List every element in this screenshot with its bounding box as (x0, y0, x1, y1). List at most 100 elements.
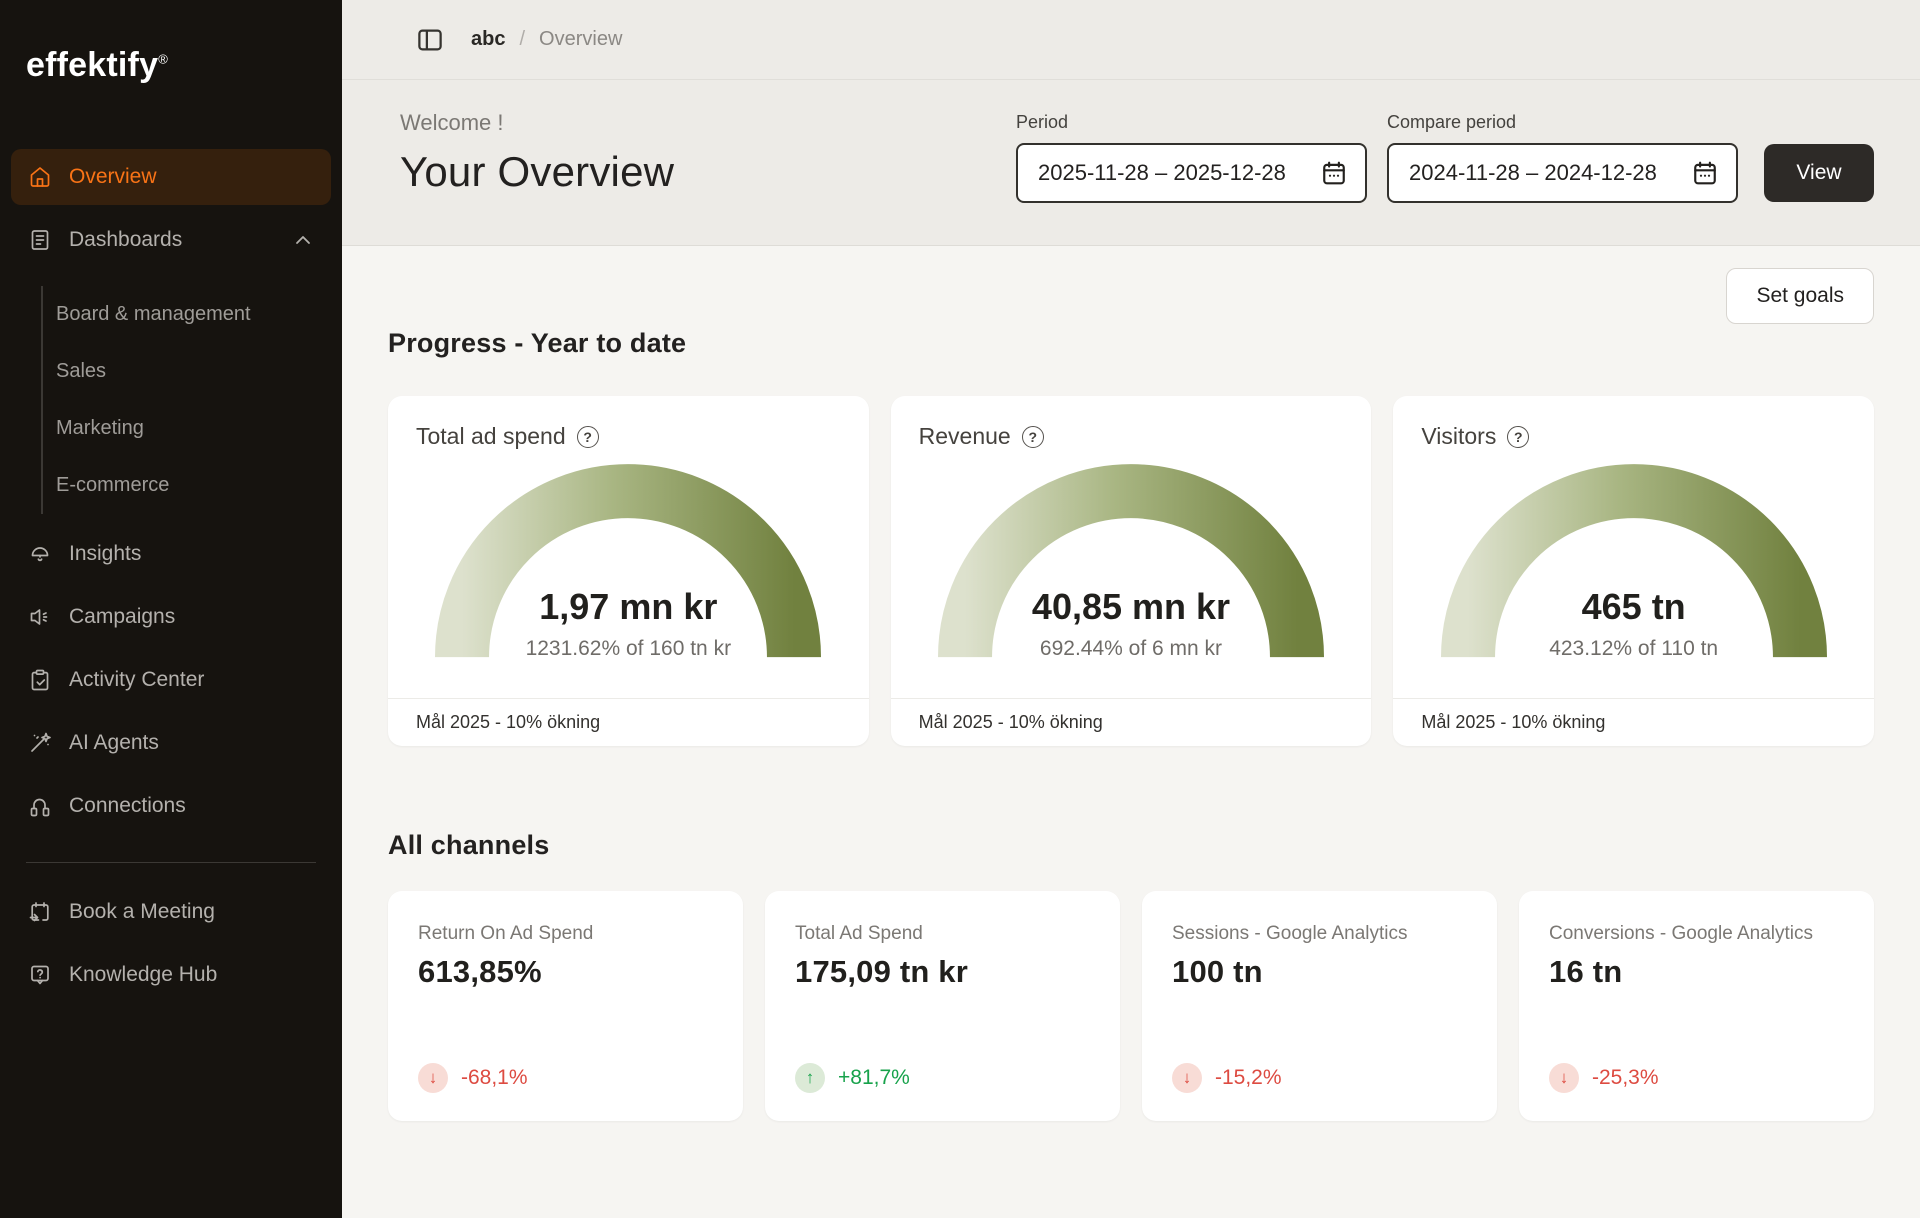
sidebar-subitem-marketing[interactable]: Marketing (56, 400, 331, 457)
breadcrumb-root[interactable]: abc (471, 28, 505, 51)
channel-card-value: 175,09 tn kr (795, 954, 1090, 990)
sidebar-item-overview[interactable]: Overview (11, 149, 331, 205)
progress-card-header: Visitors? (1393, 396, 1874, 450)
sidebar-item-campaigns[interactable]: Campaigns (11, 589, 331, 645)
progress-card-title: Total ad spend (416, 423, 566, 450)
welcome-text: Welcome ! (400, 110, 674, 136)
set-goals-button[interactable]: Set goals (1726, 268, 1874, 324)
chevron-up-icon[interactable] (291, 228, 315, 252)
sidebar: effektify® Overview Dashboards Board & man… (0, 0, 342, 1218)
sidebar-item-ai-agents[interactable]: AI Agents (11, 715, 331, 771)
gauge-value: 40,85 mn kr (938, 586, 1324, 628)
channel-card-value: 16 tn (1549, 954, 1844, 990)
arrow-down-icon: ↓ (1172, 1063, 1202, 1093)
sidebar-item-connections[interactable]: Connections (11, 778, 331, 834)
breadcrumb-separator: / (519, 28, 525, 51)
gauge: 1,97 mn kr 1231.62% of 160 tn kr (435, 464, 821, 665)
ai-agents-icon (28, 731, 52, 755)
sidebar-item-label: Overview (69, 165, 315, 189)
sidebar-item-knowledge-hub[interactable]: Knowledge Hub (11, 947, 331, 1003)
brand-name: effektify (26, 46, 158, 84)
app-root: effektify® Overview Dashboards Board & man… (0, 0, 1920, 1218)
sidebar-subitem-sales[interactable]: Sales (56, 343, 331, 400)
compare-period-label: Compare period (1387, 112, 1738, 133)
channel-card-label: Sessions - Google Analytics (1172, 923, 1467, 945)
channel-card-delta: ↓-15,2% (1172, 1063, 1467, 1093)
channel-card-delta: ↓-25,3% (1549, 1063, 1844, 1093)
insights-icon (28, 542, 52, 566)
sidebar-item-label: AI Agents (69, 731, 315, 755)
content-area: Set goals Progress - Year to date Total … (342, 246, 1920, 1218)
gauge-value: 465 tn (1441, 586, 1827, 628)
help-icon[interactable]: ? (577, 426, 599, 448)
gauge: 40,85 mn kr 692.44% of 6 mn kr (938, 464, 1324, 665)
sidebar-item-dashboards[interactable]: Dashboards (11, 212, 331, 268)
sidebar-item-label: Campaigns (69, 605, 315, 629)
compare-field-group: Compare period 2024-11-28 – 2024-12-28 (1387, 112, 1738, 203)
sidebar-item-label: Book a Meeting (69, 900, 315, 924)
sidebar-divider (26, 862, 316, 863)
sidebar-subitem-e-commerce[interactable]: E-commerce (56, 457, 331, 514)
panel-toggle-icon (415, 25, 445, 55)
gauge-subtext: 1231.62% of 160 tn kr (435, 637, 821, 661)
channel-card-label: Conversions - Google Analytics (1549, 923, 1844, 945)
progress-heading: Progress - Year to date (388, 328, 1874, 359)
compare-period-input[interactable]: 2024-11-28 – 2024-12-28 (1387, 143, 1738, 203)
channel-card-return-on-ad-spend: Return On Ad Spend 613,85% ↓-68,1% (388, 891, 743, 1121)
sidebar-item-label: Connections (69, 794, 315, 818)
brand-logo: effektify® (0, 0, 342, 85)
channel-card-label: Total Ad Spend (795, 923, 1090, 945)
view-button[interactable]: View (1764, 144, 1874, 202)
channel-card-delta: ↓-68,1% (418, 1063, 713, 1093)
period-input[interactable]: 2025-11-28 – 2025-12-28 (1016, 143, 1367, 203)
channel-card-total-ad-spend: Total Ad Spend 175,09 tn kr ↑ +81,7% (765, 891, 1120, 1121)
main-column: abc / Overview Welcome ! Your Overview P… (342, 0, 1920, 1218)
sidebar-item-insights[interactable]: Insights (11, 526, 331, 582)
channel-card-delta-value: -68,1% (461, 1066, 528, 1090)
campaigns-icon (28, 605, 52, 629)
sidebar-subitem-board-management[interactable]: Board & management (56, 286, 331, 343)
gauge: 465 tn 423.12% of 110 tn (1441, 464, 1827, 665)
sidebar-item-book-a-meeting[interactable]: Book a Meeting (11, 884, 331, 940)
sidebar-nav: Overview Dashboards Board & managementSale… (0, 149, 342, 841)
sidebar-item-label: Insights (69, 542, 315, 566)
channels-heading: All channels (388, 830, 1874, 861)
breadcrumb: abc / Overview (471, 28, 622, 51)
sidebar-toggle-button[interactable] (415, 25, 445, 55)
channel-card-sessions-google-analytics: Sessions - Google Analytics 100 tn ↓-15,2% (1142, 891, 1497, 1121)
help-icon[interactable]: ? (1507, 426, 1529, 448)
sidebar-sublist: Board & managementSalesMarketingE-commer… (41, 286, 331, 514)
progress-card-visitors: Visitors? 465 tn 423.12% of 110 tn Mål 2025… (1393, 396, 1874, 746)
progress-card-footer: Mål 2025 - 10% ökning (1393, 698, 1874, 746)
sidebar-item-activity-center[interactable]: Activity Center (11, 652, 331, 708)
channel-card-label: Return On Ad Spend (418, 923, 713, 945)
channel-card-delta-value: +81,7% (838, 1066, 910, 1090)
arrow-down-icon: ↓ (1549, 1063, 1579, 1093)
help-icon[interactable]: ? (1022, 426, 1044, 448)
calendar-icon (1321, 160, 1347, 186)
activity-center-icon (28, 668, 52, 692)
compare-period-value: 2024-11-28 – 2024-12-28 (1409, 160, 1657, 186)
channel-card-value: 613,85% (418, 954, 713, 990)
connections-icon (28, 794, 52, 818)
arrow-up-icon: ↑ (795, 1063, 825, 1093)
period-label: Period (1016, 112, 1367, 133)
registered-mark: ® (158, 52, 168, 67)
gauge-subtext: 692.44% of 6 mn kr (938, 637, 1324, 661)
sidebar-item-label: Dashboards (69, 228, 274, 252)
channel-card-value: 100 tn (1172, 954, 1467, 990)
channel-card-delta: ↑ +81,7% (795, 1063, 1090, 1093)
sidebar-item-label: Activity Center (69, 668, 315, 692)
channel-card-conversions-google-analytics: Conversions - Google Analytics 16 tn ↓-25,… (1519, 891, 1874, 1121)
progress-card-total-ad-spend: Total ad spend? 1,97 mn kr 1231.62% of 160… (388, 396, 869, 746)
progress-card-title: Visitors (1421, 423, 1496, 450)
progress-card-header: Revenue? (891, 396, 1372, 450)
gauge-arc (1441, 464, 1827, 665)
sidebar-item-label: Knowledge Hub (69, 963, 315, 987)
gauge-value: 1,97 mn kr (435, 586, 821, 628)
page-title: Your Overview (400, 148, 674, 196)
calendar-icon (1692, 160, 1718, 186)
hero-section: Welcome ! Your Overview Period 2025-11-2… (342, 80, 1920, 246)
knowledge-hub-icon (28, 963, 52, 987)
gauge-subtext: 423.12% of 110 tn (1441, 637, 1827, 661)
